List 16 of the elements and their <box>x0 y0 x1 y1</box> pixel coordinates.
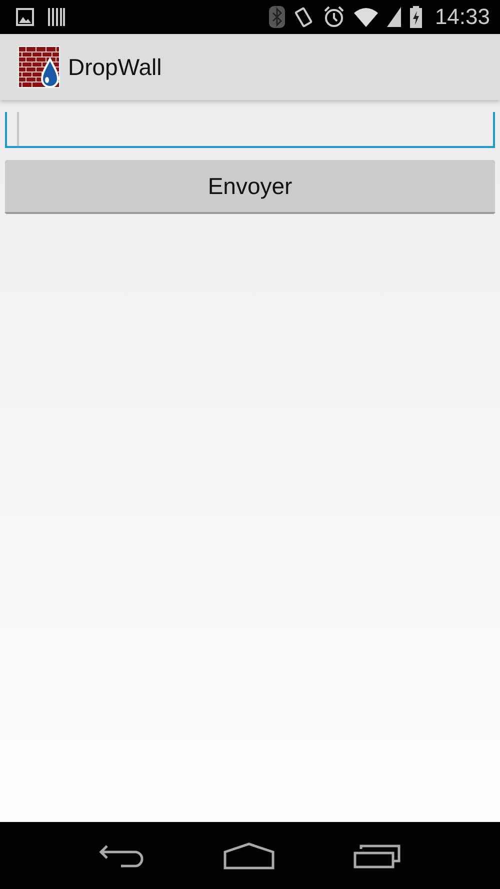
battery-icon <box>410 6 422 28</box>
home-icon[interactable] <box>223 842 275 870</box>
brick-wall-drop-icon <box>18 46 60 88</box>
wifi-icon <box>354 7 378 27</box>
alarm-icon <box>322 6 345 28</box>
bluetooth-icon <box>268 6 285 28</box>
text-field[interactable] <box>5 112 495 148</box>
bars-icon <box>48 8 65 26</box>
send-button[interactable]: Envoyer <box>5 160 495 214</box>
vibrate-icon <box>294 6 314 28</box>
signal-icon <box>386 7 401 27</box>
app-title: DropWall <box>68 54 162 80</box>
recent-apps-icon[interactable] <box>353 842 401 868</box>
image-icon <box>16 8 34 26</box>
clock-time: 14:33 <box>434 4 490 30</box>
back-icon[interactable] <box>99 842 145 868</box>
